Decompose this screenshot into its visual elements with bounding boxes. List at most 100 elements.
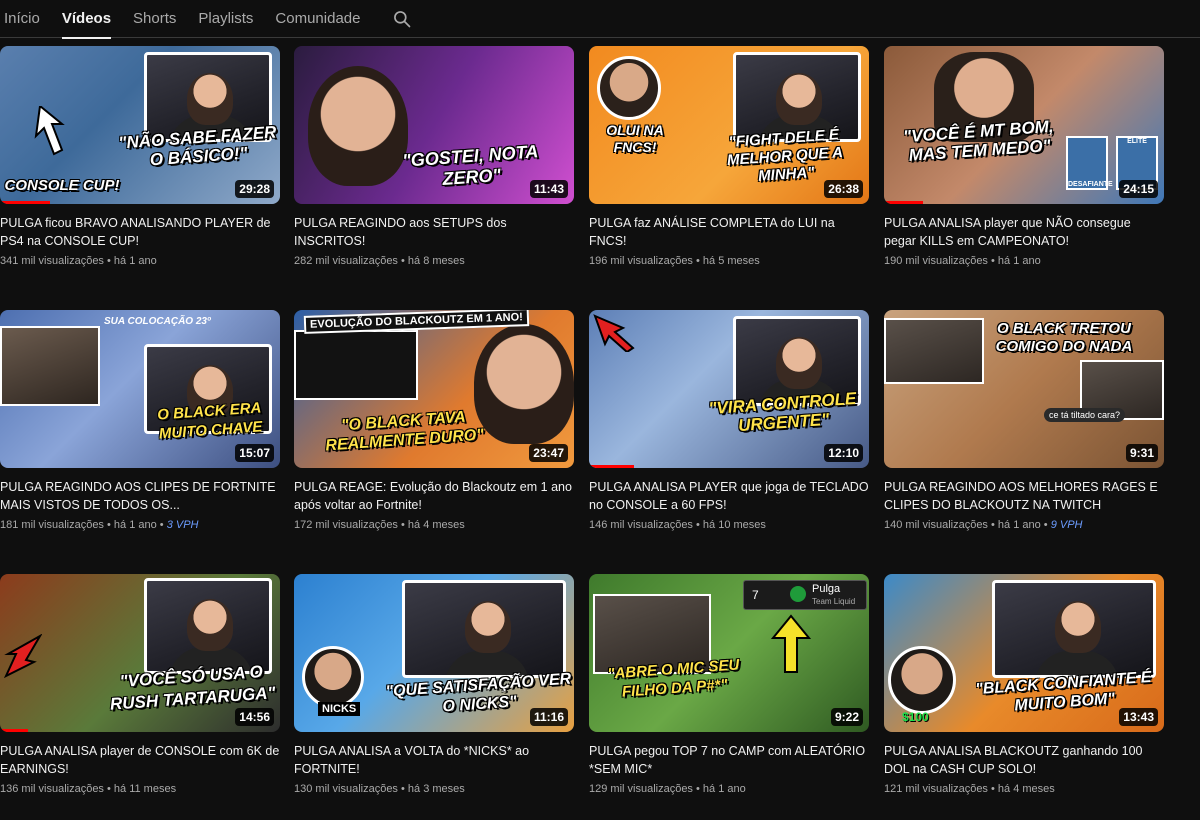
video-meta: 129 mil visualizações • há 1 ano xyxy=(589,783,746,795)
upload-age: há 1 ano xyxy=(113,255,157,267)
video-meta: 282 mil visualizações • há 8 meses xyxy=(294,255,465,267)
view-count: 196 mil visualizações xyxy=(589,255,693,267)
video-meta: 196 mil visualizações • há 5 meses xyxy=(589,255,760,267)
channel-tabs: Início Vídeos Shorts Playlists Comunidad… xyxy=(0,0,1200,39)
rank-label: DESAFIANTE xyxy=(1068,181,1113,188)
video-meta: 341 mil visualizações • há 1 ano xyxy=(0,255,157,267)
view-count: 129 mil visualizações xyxy=(589,783,693,795)
video-duration: 12:10 xyxy=(824,444,863,462)
facecam-image xyxy=(0,326,100,406)
video-duration: 29:28 xyxy=(235,180,274,198)
video-thumbnail[interactable]: "GOSTEI, NOTA ZERO" 11:43 xyxy=(294,46,574,204)
vph-metric: 3 VPH xyxy=(166,519,199,531)
video-card: "GOSTEI, NOTA ZERO" 11:43 PULGA REAGINDO… xyxy=(294,46,574,267)
placement-text: SUA COLOCAÇÃO 23º xyxy=(104,316,211,327)
video-title[interactable]: PULGA ficou BRAVO ANALISANDO PLAYER de P… xyxy=(0,214,280,250)
video-title[interactable]: PULGA faz ANÁLISE COMPLETA do LUI na FNC… xyxy=(589,214,869,250)
video-duration: 11:43 xyxy=(529,180,568,198)
video-title[interactable]: PULGA REAGINDO aos SETUPS dos INSCRITOS! xyxy=(294,214,574,250)
tab-playlists[interactable]: Playlists xyxy=(198,0,253,38)
video-duration: 26:38 xyxy=(824,180,863,198)
video-thumbnail[interactable]: $100 "BLACK CONFIANTE É MUITO BOM" 13:43 xyxy=(884,574,1164,732)
view-count: 121 mil visualizações xyxy=(884,783,988,795)
video-title[interactable]: PULGA ANALISA PLAYER que joga de TECLADO… xyxy=(589,478,869,514)
thumbnail-caption: CONSOLE CUP! xyxy=(4,177,120,194)
search-button[interactable] xyxy=(390,0,414,38)
video-card: "VOCÊ É MT BOM, MAS TEM MEDO" DESAFIANTE… xyxy=(884,46,1164,267)
player-avatar xyxy=(597,56,661,120)
arrow-icon xyxy=(34,106,65,156)
video-card: NICKS "QUE SATISFAÇÃO VER O NICKS" 11:16… xyxy=(294,574,574,795)
video-meta: 181 mil visualizações • há 1 ano • 3 VPH xyxy=(0,519,199,531)
video-duration: 14:56 xyxy=(235,708,274,726)
watch-progress xyxy=(0,201,51,204)
video-duration: 9:31 xyxy=(1125,444,1158,462)
facecam-image xyxy=(402,580,566,678)
arrow-icon xyxy=(3,634,42,678)
view-count: 190 mil visualizações xyxy=(884,255,988,267)
video-duration: 15:07 xyxy=(235,444,274,462)
tab-videos[interactable]: Vídeos xyxy=(61,0,112,39)
player-avatar xyxy=(888,646,956,714)
video-title[interactable]: PULGA ANALISA BLACKOUTZ ganhando 100 DOL… xyxy=(884,742,1164,778)
arrow-icon xyxy=(593,314,635,352)
upload-age: há 1 ano xyxy=(997,255,1041,267)
video-card: 7 Pulga Team Liquid "ABRE O MIC SEU FILH… xyxy=(589,574,869,795)
video-thumbnail[interactable]: OLUI NA FNCS! "FIGHT DELE É MELHOR QUE A… xyxy=(589,46,869,204)
video-duration: 24:15 xyxy=(1119,180,1158,198)
placement-number: 7 xyxy=(752,588,759,602)
video-meta: 121 mil visualizações • há 4 meses xyxy=(884,783,1055,795)
video-card: $100 "BLACK CONFIANTE É MUITO BOM" 13:43… xyxy=(884,574,1164,795)
watch-progress xyxy=(0,729,28,732)
player-name: Pulga xyxy=(812,583,841,595)
upload-age: há 4 meses xyxy=(407,519,465,531)
player-card: 7 Pulga Team Liquid xyxy=(743,580,867,610)
video-title[interactable]: PULGA REAGINDO AOS CLIPES DE FORTNITE MA… xyxy=(0,478,280,514)
video-card: OLUI NA FNCS! "FIGHT DELE É MELHOR QUE A… xyxy=(589,46,869,267)
video-card: O BLACK TRETOU COMIGO DO NADA ce tá tilt… xyxy=(884,310,1164,531)
tab-inicio[interactable]: Início xyxy=(4,0,40,38)
video-thumbnail[interactable]: O BLACK TRETOU COMIGO DO NADA ce tá tilt… xyxy=(884,310,1164,468)
facecam-image xyxy=(992,580,1156,678)
view-count: 140 mil visualizações xyxy=(884,519,988,531)
facecam-image xyxy=(144,578,272,674)
video-thumbnail[interactable]: SUA COLOCAÇÃO 23º O BLACK ERA MUITO CHAV… xyxy=(0,310,280,468)
video-title[interactable]: PULGA ANALISA player que NÃO consegue pe… xyxy=(884,214,1164,250)
view-count: 181 mil visualizações xyxy=(0,519,104,531)
chat-bubble: ce tá tiltado cara? xyxy=(1044,408,1126,422)
video-thumbnail[interactable]: NICKS "QUE SATISFAÇÃO VER O NICKS" 11:16 xyxy=(294,574,574,732)
rank-badge: DESAFIANTE xyxy=(1066,136,1113,190)
upload-age: há 11 meses xyxy=(113,783,177,795)
video-meta: 130 mil visualizações • há 3 meses xyxy=(294,783,465,795)
video-title[interactable]: PULGA ANALISA a VOLTA do *NICKS* ao FORT… xyxy=(294,742,574,778)
vph-metric: 9 VPH xyxy=(1050,519,1083,531)
view-count: 341 mil visualizações xyxy=(0,255,104,267)
video-thumbnail[interactable]: "VIRA CONTROLE URGENTE" 12:10 xyxy=(589,310,869,468)
video-thumbnail[interactable]: "VOCÊ SÓ USA O RUSH TARTARUGA" 14:56 xyxy=(0,574,280,732)
video-thumbnail[interactable]: EVOLUÇÃO DO BLACKOUTZ EM 1 ANO! "O BLACK… xyxy=(294,310,574,468)
video-thumbnail[interactable]: "NÃO SABE FAZER O BÁSICO!" CONSOLE CUP! … xyxy=(0,46,280,204)
tab-comunidade[interactable]: Comunidade xyxy=(275,0,360,38)
video-meta: 172 mil visualizações • há 4 meses xyxy=(294,519,465,531)
upload-age: há 5 meses xyxy=(702,255,760,267)
video-meta: 190 mil visualizações • há 1 ano xyxy=(884,255,1041,267)
video-card: SUA COLOCAÇÃO 23º O BLACK ERA MUITO CHAV… xyxy=(0,310,280,531)
watch-progress xyxy=(589,465,634,468)
video-card: EVOLUÇÃO DO BLACKOUTZ EM 1 ANO! "O BLACK… xyxy=(294,310,574,531)
upload-age: há 1 ano xyxy=(702,783,746,795)
flag-icon xyxy=(790,586,806,602)
video-title[interactable]: PULGA REAGE: Evolução do Blackoutz em 1 … xyxy=(294,478,574,514)
video-title[interactable]: PULGA ANALISA player de CONSOLE com 6K d… xyxy=(0,742,280,778)
video-thumbnail[interactable]: 7 Pulga Team Liquid "ABRE O MIC SEU FILH… xyxy=(589,574,869,732)
team-name: Team Liquid xyxy=(812,597,856,606)
video-card: "VOCÊ SÓ USA O RUSH TARTARUGA" 14:56 PUL… xyxy=(0,574,280,795)
video-title[interactable]: PULGA pegou TOP 7 no CAMP com ALEATÓRIO … xyxy=(589,742,869,778)
video-title[interactable]: PULGA REAGINDO AOS MELHORES RAGES E CLIP… xyxy=(884,478,1164,514)
video-meta: 136 mil visualizações • há 11 meses xyxy=(0,783,177,795)
tab-shorts[interactable]: Shorts xyxy=(133,0,176,38)
view-count: 172 mil visualizações xyxy=(294,519,398,531)
player-name: NICKS xyxy=(318,702,361,716)
video-thumbnail[interactable]: "VOCÊ É MT BOM, MAS TEM MEDO" DESAFIANTE… xyxy=(884,46,1164,204)
upload-age: há 4 meses xyxy=(997,783,1055,795)
thumbnail-caption: OLUI NA FNCS! xyxy=(606,122,664,155)
